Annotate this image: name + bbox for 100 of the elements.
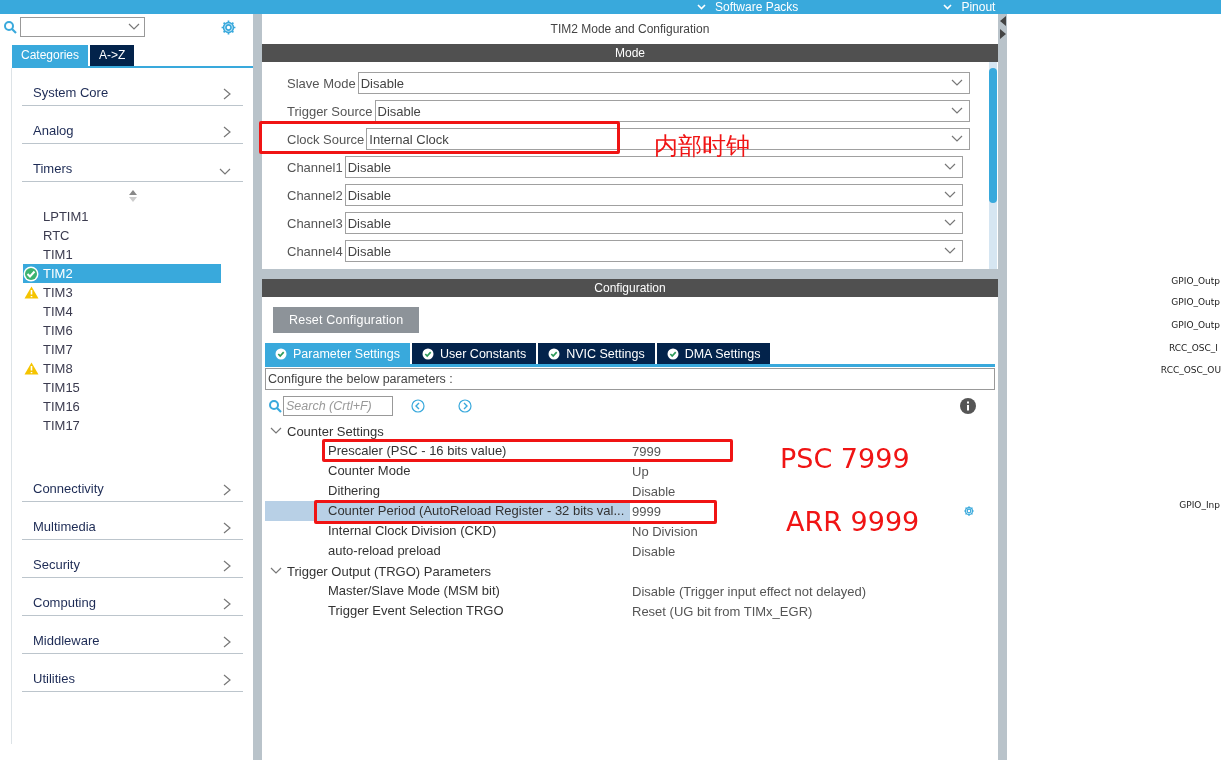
search-icon[interactable] [269, 399, 282, 413]
chevron-down-icon [951, 135, 963, 143]
mode-dropdown[interactable]: Disable [374, 100, 970, 122]
mode-dropdown[interactable]: Disable [344, 240, 963, 262]
field-label: Channel2 [287, 187, 343, 203]
field-label: Channel1 [287, 159, 343, 175]
timer-item[interactable]: TIM17 [23, 416, 221, 435]
chevron-down-icon [943, 247, 956, 255]
parameter-name[interactable]: Internal Clock Division (CKD) [265, 521, 630, 541]
tree-group[interactable]: Trigger Output (TRGO) Parameters [265, 561, 998, 581]
chevron-down-icon [943, 4, 953, 10]
warning-icon [23, 286, 39, 299]
chevron-down-icon [943, 219, 956, 227]
check-icon [23, 265, 39, 282]
category-item[interactable]: System Core [22, 68, 243, 106]
category-item[interactable]: Middleware [22, 616, 243, 654]
timer-item[interactable]: TIM15 [23, 378, 221, 397]
pin-label: RCC_OSC_OU [1160, 365, 1221, 375]
chevron-right-icon [223, 636, 231, 648]
settings-tab[interactable]: User Constants [412, 343, 537, 364]
annotation-text: PSC 7999 [780, 443, 910, 474]
scrollbar[interactable] [989, 62, 997, 269]
parameter-value[interactable]: No Division [630, 523, 698, 539]
sidebar-tab[interactable]: A->Z [90, 45, 135, 66]
category-item[interactable]: Timers [22, 144, 243, 182]
check-icon [548, 347, 561, 360]
chevron-down-icon [270, 567, 282, 575]
chevron-down-icon [219, 168, 231, 176]
annotation-text: ARR 9999 [786, 506, 920, 537]
category-item[interactable]: Utilities [22, 654, 243, 692]
category-item[interactable]: Analog [22, 106, 243, 144]
pin-label: GPIO_Outp [1171, 276, 1220, 286]
settings-icon[interactable] [963, 505, 975, 517]
section-header: Configuration [262, 279, 998, 297]
pin-label: GPIO_Outp [1171, 320, 1220, 330]
pin-label: GPIO_Inp [1179, 500, 1220, 510]
parameter-value[interactable]: Disable (Trigger input effect not delayed) [630, 583, 867, 599]
chevron-down-icon [697, 4, 706, 10]
parameter-value[interactable]: Up [630, 463, 649, 479]
mode-dropdown[interactable]: Disable [344, 184, 963, 206]
chevron-right-icon [223, 598, 231, 610]
timer-item[interactable]: TIM1 [23, 245, 221, 264]
pin-label: GPIO_Outp [1171, 297, 1220, 307]
chevron-right-icon [223, 522, 231, 534]
field-label: Slave Mode [287, 75, 356, 91]
collapse-arrows-icon[interactable] [999, 14, 1006, 40]
category-item[interactable]: Connectivity [22, 464, 243, 502]
parameter-name[interactable]: auto-reload preload [265, 541, 630, 561]
category-item[interactable]: Security [22, 540, 243, 578]
parameter-name[interactable]: Master/Slave Mode (MSM bit) [265, 581, 630, 601]
timer-item[interactable]: RTC [23, 226, 221, 245]
timer-item[interactable]: TIM8 [23, 359, 221, 378]
parameter-name[interactable]: Counter Period (AutoReload Register - 32 bits val... [265, 501, 630, 521]
mode-dropdown[interactable]: Disable [357, 72, 970, 94]
previous-icon[interactable] [411, 399, 425, 413]
parameter-name[interactable]: Dithering [265, 481, 630, 501]
chevron-right-icon [223, 484, 231, 496]
search-field[interactable]: Search (Crtl+F) [283, 396, 393, 416]
field-label: Trigger Source [287, 103, 373, 119]
check-icon [422, 347, 434, 360]
pin-label: RCC_OSC_I [1168, 343, 1218, 353]
next-icon[interactable] [458, 399, 472, 413]
panel-title: TIM2 Mode and Configuration [262, 14, 998, 44]
category-item[interactable]: Multimedia [22, 502, 243, 540]
chevron-down-icon [128, 23, 140, 31]
category-dropdown[interactable] [20, 17, 145, 37]
parameter-value[interactable]: Disable [630, 543, 676, 559]
category-item[interactable]: Computing [22, 578, 243, 616]
parameter-name[interactable]: Counter Mode [265, 461, 630, 481]
chevron-down-icon [943, 163, 956, 171]
info-icon[interactable] [960, 398, 976, 414]
timer-item[interactable]: TIM4 [23, 302, 221, 321]
parameter-name[interactable]: Prescaler (PSC - 16 bits value) [265, 441, 630, 461]
chevron-right-icon [223, 88, 231, 100]
timer-item[interactable]: LPTIM1 [23, 207, 221, 226]
field-label: Channel4 [287, 243, 343, 259]
parameter-value[interactable]: 9999 [630, 503, 661, 519]
settings-tab[interactable]: DMA Settings [656, 343, 771, 364]
tree-group[interactable]: Counter Settings [265, 421, 998, 441]
parameter-name[interactable]: Trigger Event Selection TRGO [265, 601, 630, 621]
field-label: Channel3 [287, 215, 343, 231]
timer-item[interactable]: TIM7 [23, 340, 221, 359]
hint-text: Configure the below parameters : [265, 368, 995, 390]
mode-dropdown[interactable]: Disable [344, 212, 963, 234]
timer-item[interactable]: TIM3 [23, 283, 221, 302]
chevron-right-icon [223, 560, 231, 572]
parameter-value[interactable]: Disable [630, 483, 676, 499]
section-header: Mode [262, 44, 998, 62]
parameter-value[interactable]: 7999 [630, 443, 661, 459]
warning-icon [23, 362, 39, 375]
parameter-value[interactable]: Reset (UG bit from TIMx_EGR) [630, 603, 813, 619]
settings-icon[interactable] [220, 18, 237, 36]
timer-item[interactable]: TIM16 [23, 397, 221, 416]
search-icon[interactable] [4, 20, 17, 34]
chevron-down-icon [270, 427, 282, 435]
scroll-arrows-icon[interactable] [128, 190, 137, 202]
chevron-down-icon [943, 191, 956, 199]
chevron-down-icon [951, 107, 963, 115]
settings-tab[interactable]: NVIC Settings [538, 343, 655, 364]
timer-item[interactable]: TIM6 [23, 321, 221, 340]
